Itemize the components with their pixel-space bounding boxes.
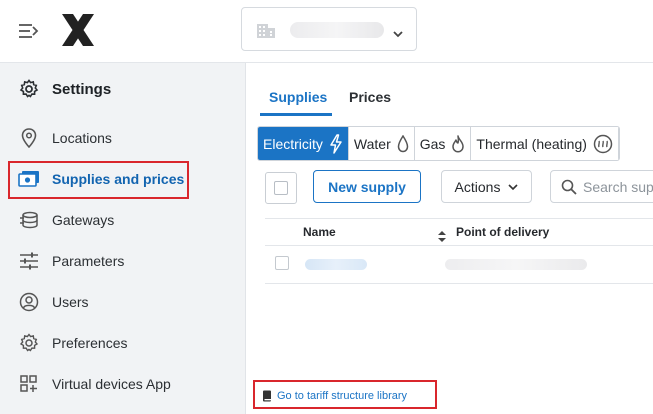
highlight-box <box>253 380 437 409</box>
x-logo-icon[interactable] <box>60 12 96 48</box>
supply-type-gas[interactable]: Gas <box>414 127 472 160</box>
sidebar: Settings Locations Supplies and prices G… <box>0 63 246 414</box>
gear-icon <box>18 333 40 353</box>
sidebar-item-label: Users <box>52 294 89 310</box>
select-all-checkbox[interactable] <box>265 172 297 204</box>
row-checkbox[interactable] <box>275 256 289 270</box>
heating-icon <box>593 134 613 154</box>
sidebar-title-label: Settings <box>52 80 112 98</box>
search-field[interactable] <box>550 170 653 203</box>
sidebar-item-virtual-devices-app[interactable]: Virtual devices App <box>0 366 245 402</box>
tab-supplies[interactable]: Supplies <box>269 89 327 105</box>
supply-name-cell[interactable] <box>305 259 367 270</box>
sidebar-item-label: Parameters <box>52 253 125 269</box>
tab-prices[interactable]: Prices <box>349 89 391 105</box>
new-supply-button[interactable]: New supply <box>313 170 421 203</box>
actions-dropdown[interactable]: Actions <box>441 170 532 203</box>
column-header-name[interactable]: Name <box>303 225 336 239</box>
point-of-delivery-cell <box>445 259 587 270</box>
sidebar-item-locations[interactable]: Locations <box>0 120 245 156</box>
chevron-down-icon <box>392 24 404 43</box>
gear-icon <box>18 79 40 99</box>
water-drop-icon <box>397 134 409 153</box>
sidebar-title: Settings <box>0 71 245 107</box>
table-header: Name Point of delivery <box>265 218 653 246</box>
bolt-icon <box>329 133 343 154</box>
supply-type-selector: Electricity Water Gas Thermal (heating) <box>257 126 620 161</box>
active-tab-indicator <box>260 113 332 116</box>
building-icon <box>256 21 276 43</box>
search-input[interactable] <box>583 171 653 202</box>
supply-type-label: Gas <box>419 135 446 152</box>
tab-bar: Supplies Prices <box>246 63 653 118</box>
supply-type-label: Thermal (heating) <box>476 135 587 152</box>
site-selector-value <box>290 22 384 38</box>
highlight-box <box>8 161 189 199</box>
sidebar-item-parameters[interactable]: Parameters <box>0 243 245 279</box>
column-header-point-of-delivery[interactable]: Point of delivery <box>456 225 549 239</box>
table-row[interactable] <box>265 245 653 284</box>
search-icon <box>561 179 577 199</box>
sidebar-item-users[interactable]: Users <box>0 284 245 320</box>
top-bar <box>0 0 653 63</box>
collapse-menu-icon[interactable] <box>18 22 40 40</box>
sidebar-item-label: Gateways <box>52 212 115 228</box>
location-pin-icon <box>18 128 40 148</box>
flame-icon <box>451 134 465 153</box>
apps-icon <box>18 374 40 394</box>
supply-type-water[interactable]: Water <box>348 127 415 160</box>
supply-type-thermal-heating[interactable]: Thermal (heating) <box>471 127 619 160</box>
sidebar-item-label: Virtual devices App <box>52 376 171 392</box>
supply-type-label: Water <box>353 135 391 152</box>
sidebar-item-gateways[interactable]: Gateways <box>0 202 245 238</box>
sidebar-item-preferences[interactable]: Preferences <box>0 325 245 361</box>
user-icon <box>18 292 40 312</box>
sidebar-item-label: Locations <box>52 130 112 146</box>
site-selector[interactable] <box>241 7 417 51</box>
gateway-icon <box>18 210 40 230</box>
sliders-icon <box>18 251 40 271</box>
supply-type-electricity[interactable]: Electricity <box>258 127 349 160</box>
actions-label: Actions <box>454 178 501 195</box>
supply-type-label: Electricity <box>263 135 323 152</box>
sidebar-item-label: Preferences <box>52 335 128 351</box>
sort-icon[interactable] <box>438 227 446 246</box>
main-content: Supplies Prices Electricity Water Gas Th… <box>246 63 653 414</box>
chevron-down-icon <box>508 183 519 191</box>
